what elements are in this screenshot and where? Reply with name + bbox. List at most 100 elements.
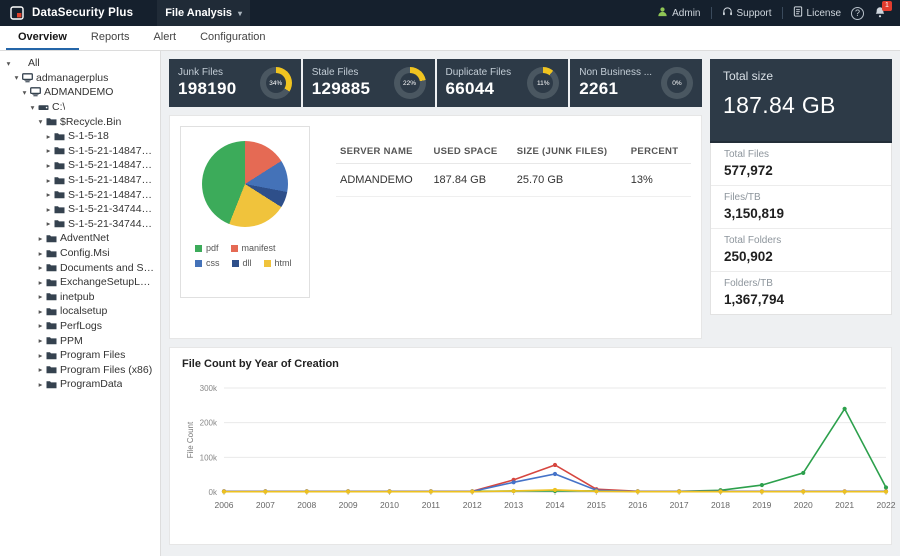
- stat-value: 250,902: [724, 249, 878, 264]
- collapse-icon[interactable]: ▾: [19, 88, 30, 97]
- svg-text:2019: 2019: [752, 500, 771, 510]
- tree-item[interactable]: ▸Program Files (x86): [0, 362, 160, 377]
- expand-icon[interactable]: ▸: [35, 336, 46, 345]
- help-icon[interactable]: ?: [851, 7, 864, 20]
- admin-menu[interactable]: Admin: [657, 6, 700, 20]
- chart-title: File Count by Year of Creation: [182, 358, 879, 370]
- table-header-cell: PERCENT: [627, 140, 691, 164]
- tree-item[interactable]: ▸ProgramData: [0, 377, 160, 392]
- total-size-value: 187.84 GB: [723, 92, 879, 119]
- tree-item-label: Documents and Settings: [60, 262, 156, 274]
- expand-icon[interactable]: ▸: [35, 249, 46, 258]
- expand-icon[interactable]: ▸: [43, 205, 54, 214]
- metric-card[interactable]: Duplicate Files6604411%: [437, 59, 569, 107]
- module-selector[interactable]: File Analysis ▾: [157, 0, 250, 26]
- expand-icon[interactable]: ▸: [35, 307, 46, 316]
- tree-item[interactable]: ▸S-1-5-21-3474460175-132841: [0, 202, 160, 217]
- brand-title: DataSecurity Plus: [32, 7, 133, 19]
- table-cell: 187.84 GB: [429, 164, 512, 197]
- expand-icon[interactable]: ▸: [35, 351, 46, 360]
- metric-card[interactable]: Junk Files19819034%: [169, 59, 301, 107]
- tree-item[interactable]: ▸ Documents and Settings: [0, 260, 160, 275]
- tree-item[interactable]: ▾ADMANDEMO: [0, 85, 160, 100]
- stat-value: 577,972: [724, 163, 878, 178]
- expand-icon[interactable]: ▸: [43, 132, 54, 141]
- tree-item[interactable]: ▾admanagerplus: [0, 71, 160, 86]
- expand-icon[interactable]: ▸: [43, 161, 54, 170]
- expand-icon[interactable]: ▸: [35, 278, 46, 287]
- tree-item[interactable]: ▸PPM: [0, 333, 160, 348]
- tree-item[interactable]: ▸ExchangeSetupLogs: [0, 275, 160, 290]
- folder-icon: [46, 351, 60, 360]
- tree-item[interactable]: ▾$Recycle.Bin: [0, 114, 160, 129]
- notifications-button[interactable]: 1: [874, 6, 886, 21]
- tab-configuration[interactable]: Configuration: [188, 26, 277, 50]
- stat-row: Files/TB3,150,819: [711, 186, 891, 229]
- metric-card[interactable]: Non Business ...2261 0%: [570, 59, 702, 107]
- expand-icon[interactable]: ▸: [35, 380, 46, 389]
- expand-icon[interactable]: ▸: [43, 190, 54, 199]
- support-menu[interactable]: Support: [722, 6, 772, 20]
- tree-item[interactable]: ▸S-1-5-21-1484795863-581620: [0, 144, 160, 159]
- tab-bar: Overview Reports Alert Configuration: [0, 26, 900, 51]
- tree-item[interactable]: ▸S-1-5-21-3474460175-132841: [0, 217, 160, 232]
- tree-item[interactable]: ▸AdventNet: [0, 231, 160, 246]
- collapse-icon[interactable]: ▾: [35, 117, 46, 126]
- tree-item[interactable]: ▾All: [0, 56, 160, 71]
- expand-icon[interactable]: ▸: [43, 219, 54, 228]
- expand-icon[interactable]: ▸: [35, 292, 46, 301]
- svg-text:2008: 2008: [297, 500, 316, 510]
- svg-text:2006: 2006: [215, 500, 234, 510]
- folder-icon: [46, 336, 60, 345]
- tree-item[interactable]: ▸ S-1-5-18: [0, 129, 160, 144]
- tree-item-label: S-1-5-21-1484795863-581620: [68, 189, 156, 201]
- tree-item[interactable]: ▸Program Files: [0, 348, 160, 363]
- expand-icon[interactable]: ▸: [43, 146, 54, 155]
- file-count-line-chart: 0k100k200k300k20062007200820092010201120…: [182, 374, 898, 532]
- expand-icon[interactable]: ▸: [43, 176, 54, 185]
- expand-icon[interactable]: ▸: [35, 234, 46, 243]
- tree-item[interactable]: ▸inetpub: [0, 290, 160, 305]
- expand-icon[interactable]: ▸: [35, 321, 46, 330]
- folder-icon: [46, 234, 60, 243]
- svg-text:2013: 2013: [504, 500, 523, 510]
- tree-item[interactable]: ▾C:\: [0, 100, 160, 115]
- metric-card[interactable]: Stale Files12988522%: [303, 59, 435, 107]
- server-icon: [22, 73, 36, 83]
- collapse-icon[interactable]: ▾: [3, 59, 14, 68]
- stat-row: Folders/TB1,367,794: [711, 272, 891, 314]
- metric-label: Junk Files: [178, 67, 237, 78]
- tab-reports[interactable]: Reports: [79, 26, 142, 50]
- metric-label: Non Business ...: [579, 67, 652, 78]
- tree-item[interactable]: ▸S-1-5-21-1484795863-581620: [0, 158, 160, 173]
- tree-item-label: S-1-5-18: [68, 130, 109, 142]
- stat-label: Total Folders: [724, 235, 878, 246]
- legend-label: dll: [243, 258, 252, 268]
- collapse-icon[interactable]: ▾: [27, 103, 38, 112]
- admin-label: Admin: [672, 8, 700, 19]
- expand-icon[interactable]: ▸: [35, 263, 46, 272]
- chevron-down-icon: ▾: [238, 9, 242, 18]
- legend-item: manifest: [231, 243, 276, 253]
- svg-text:2009: 2009: [339, 500, 358, 510]
- tree-item[interactable]: ▸ S-1-5-21-1484795863-581620: [0, 187, 160, 202]
- tree-item[interactable]: ▸ S-1-5-21-1484795863-581620: [0, 173, 160, 188]
- expand-icon[interactable]: ▸: [35, 365, 46, 374]
- svg-text:2011: 2011: [422, 500, 441, 510]
- tab-overview[interactable]: Overview: [6, 26, 79, 50]
- metric-value: 129885: [312, 79, 371, 99]
- license-menu[interactable]: License: [793, 6, 841, 20]
- metric-info: Junk Files198190: [178, 67, 237, 99]
- folder-icon: [46, 278, 60, 287]
- folder-icon: [54, 132, 68, 141]
- percent-gauge: 0%: [661, 67, 693, 99]
- metric-info: Non Business ...2261: [579, 67, 652, 99]
- tree-item-label: S-1-5-21-1484795863-581620: [68, 174, 156, 186]
- collapse-icon[interactable]: ▾: [11, 73, 22, 82]
- tree-item[interactable]: ▸PerfLogs: [0, 319, 160, 334]
- tree-item[interactable]: ▸localsetup: [0, 304, 160, 319]
- tree-item[interactable]: ▸Config.Msi: [0, 246, 160, 261]
- tab-alert[interactable]: Alert: [141, 26, 188, 50]
- file-types-pie-card: pdfmanifestcssdllhtml: [180, 126, 310, 298]
- legend-item: css: [195, 258, 220, 268]
